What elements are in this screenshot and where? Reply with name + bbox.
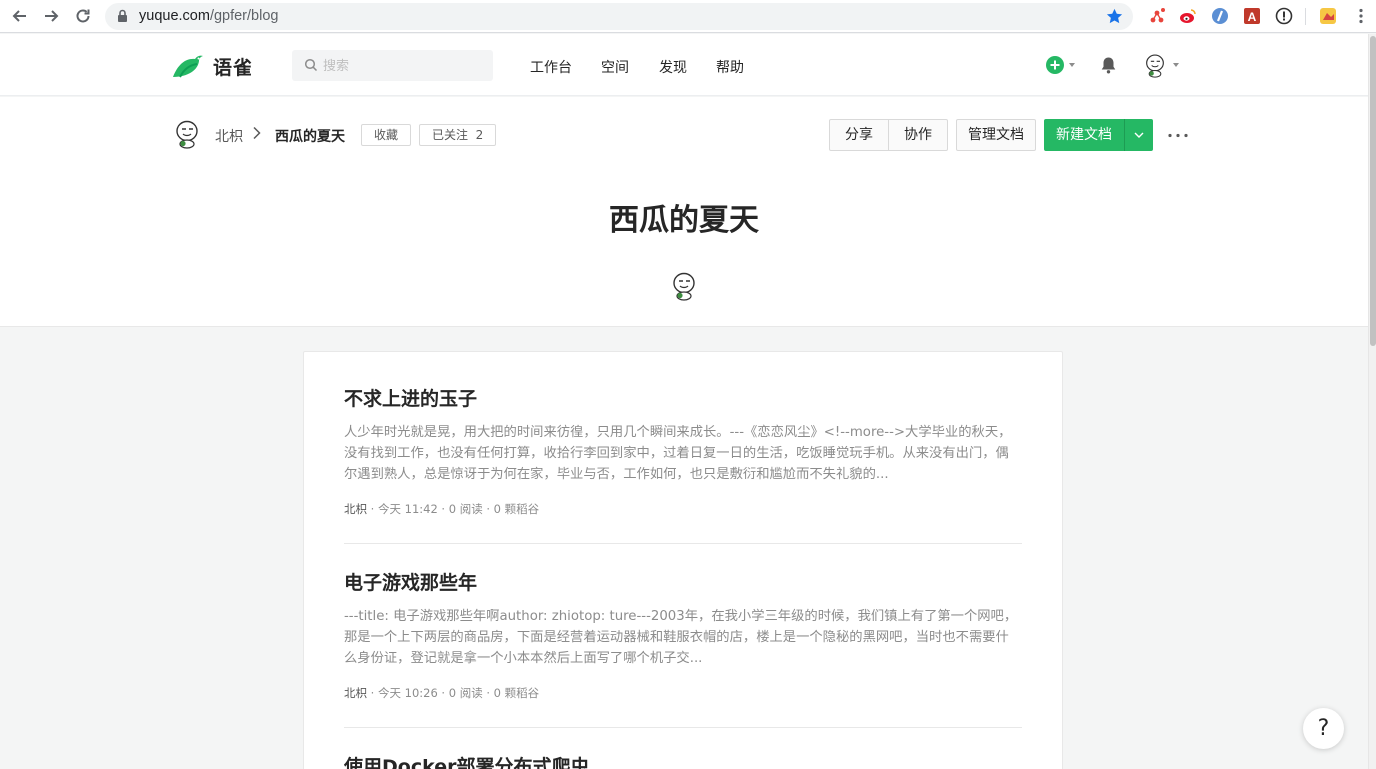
doc-item[interactable]: 电子游戏那些年 ---title: 电子游戏那些年啊author: zhioto…	[344, 569, 1022, 701]
search-icon	[304, 58, 318, 72]
doc-divider	[344, 543, 1022, 544]
collaborate-button[interactable]: 协作	[888, 119, 948, 151]
doc-title[interactable]: 电子游戏那些年	[344, 569, 1022, 597]
doc-meta-info: · 今天 10:26 · 0 阅读 · 0 颗稻谷	[367, 686, 540, 700]
owner-avatar-icon[interactable]	[172, 119, 202, 149]
new-doc-dropdown[interactable]	[1124, 119, 1153, 151]
page-scrollbar[interactable]	[1368, 34, 1376, 769]
reload-icon[interactable]	[73, 6, 93, 26]
doc-author[interactable]: 北枳	[344, 502, 367, 516]
share-button[interactable]: 分享	[829, 119, 889, 151]
lock-icon	[118, 9, 127, 22]
follow-label: 已关注	[432, 128, 469, 142]
doc-meta: 北枳 · 今天 11:42 · 0 阅读 · 0 颗稻谷	[344, 501, 1022, 517]
yuque-bird-logo-icon[interactable]	[170, 50, 204, 80]
address-bar[interactable]: yuque.com/gpfer/blog	[105, 3, 1133, 30]
chevron-down-icon	[1134, 132, 1144, 138]
svg-text:A: A	[1248, 10, 1257, 24]
user-caret-icon[interactable]	[1173, 63, 1179, 67]
book-owner-avatar-icon[interactable]	[670, 271, 698, 301]
follow-button[interactable]: 已关注 2	[419, 124, 496, 146]
chevron-right-icon	[253, 126, 261, 140]
browser-toolbar: yuque.com/gpfer/blog A	[0, 0, 1376, 33]
more-options-icon[interactable]	[1167, 133, 1189, 138]
follow-count: 2	[475, 128, 484, 142]
doc-item[interactable]: 不求上进的玉子 人少年时光就是晃，用大把的时间来彷徨，只用几个瞬间来成长。---…	[344, 385, 1022, 517]
help-button[interactable]: ?	[1303, 708, 1344, 749]
doc-list: 不求上进的玉子 人少年时光就是晃，用大把的时间来彷徨，只用几个瞬间来成长。---…	[303, 351, 1063, 769]
extension-blue-circle-icon[interactable]	[1211, 7, 1229, 25]
new-doc-button[interactable]: 新建文档	[1044, 119, 1124, 151]
search-box[interactable]	[292, 50, 493, 81]
forward-arrow-icon[interactable]	[41, 6, 61, 26]
bell-icon[interactable]	[1100, 56, 1117, 74]
book-header: 北枳 西瓜的夏天 收藏 已关注 2 分享 协作 管理文档 新建文档 西瓜的夏天	[0, 97, 1368, 327]
create-plus-icon[interactable]	[1046, 56, 1064, 74]
doc-abstract: ---title: 电子游戏那些年啊author: zhiotop: ture-…	[344, 609, 1018, 666]
doc-meta-info: · 今天 11:42 · 0 阅读 · 0 颗稻谷	[367, 502, 540, 516]
url-text: yuque.com/gpfer/blog	[139, 8, 279, 24]
profile-avatar-icon[interactable]	[1319, 7, 1337, 25]
doc-divider	[344, 727, 1022, 728]
favorite-button[interactable]: 收藏	[361, 124, 412, 146]
weibo-icon[interactable]	[1179, 7, 1197, 25]
bookmark-star-icon[interactable]	[1105, 7, 1124, 26]
doc-title[interactable]: 不求上进的玉子	[344, 385, 1022, 413]
chrome-menu-icon[interactable]	[1352, 7, 1370, 25]
doc-abstract: 人少年时光就是晃，用大把的时间来彷徨，只用几个瞬间来成长。---《恋恋风尘》<!…	[344, 425, 1012, 482]
scrollbar-thumb[interactable]	[1370, 36, 1376, 346]
back-arrow-icon[interactable]	[10, 6, 30, 26]
logo-text[interactable]: 语雀	[213, 53, 253, 80]
extension-network-icon[interactable]	[1148, 7, 1166, 25]
breadcrumb-book[interactable]: 西瓜的夏天	[275, 126, 345, 146]
doc-meta: 北枳 · 今天 10:26 · 0 阅读 · 0 颗稻谷	[344, 685, 1022, 701]
extension-info-icon[interactable]	[1275, 7, 1293, 25]
book-title: 西瓜的夏天	[609, 203, 759, 238]
site-header: 语雀 工作台 空间 发现 帮助	[0, 34, 1368, 96]
nav-space[interactable]: 空间	[601, 57, 629, 77]
nav-discover[interactable]: 发现	[659, 57, 687, 77]
manage-docs-button[interactable]: 管理文档	[956, 119, 1036, 151]
user-avatar-icon[interactable]	[1143, 53, 1167, 78]
create-caret-icon[interactable]	[1069, 63, 1075, 67]
doc-item[interactable]: 使用Docker部署分布式爬虫	[344, 753, 1022, 769]
doc-author[interactable]: 北枳	[344, 686, 367, 700]
extension-a-icon[interactable]: A	[1243, 7, 1261, 25]
search-input[interactable]	[323, 56, 483, 76]
breadcrumb-user[interactable]: 北枳	[215, 126, 243, 146]
nav-help[interactable]: 帮助	[716, 57, 744, 77]
toolbar-divider	[1305, 8, 1306, 25]
doc-title[interactable]: 使用Docker部署分布式爬虫	[344, 753, 1022, 769]
nav-workbench[interactable]: 工作台	[530, 57, 572, 77]
